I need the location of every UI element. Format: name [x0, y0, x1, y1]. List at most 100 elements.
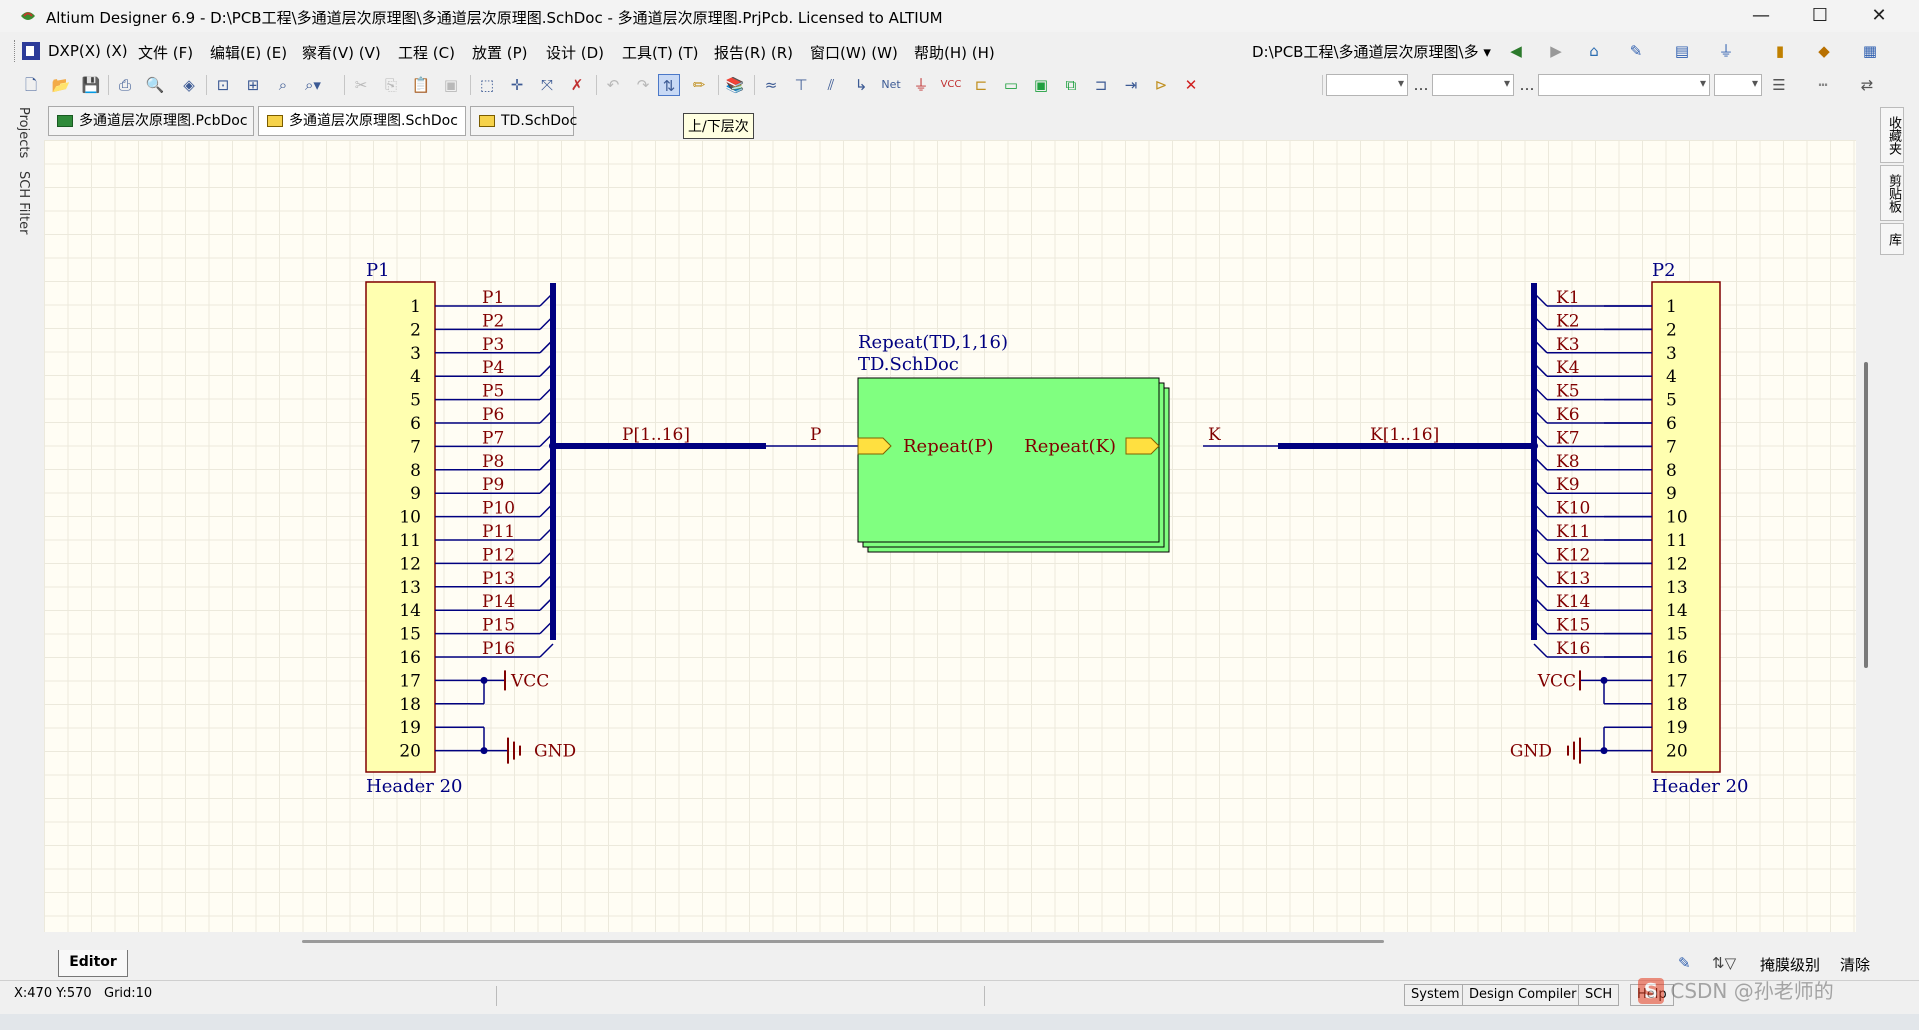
maximize-button[interactable]: ☐ — [1791, 0, 1849, 32]
library-panel-tab[interactable]: 库 — [1880, 223, 1904, 255]
back-icon[interactable]: ◀ — [1506, 42, 1526, 60]
paste-icon[interactable]: 📋 — [410, 74, 432, 96]
menu-edit[interactable]: 编辑(E) (E) — [210, 42, 287, 63]
menu-help[interactable]: 帮助(H) (H) — [914, 42, 995, 63]
place-bus-icon[interactable]: ⊤ — [790, 74, 812, 96]
design-compiler-panel-button[interactable]: Design Compiler — [1462, 984, 1584, 1006]
schematic-drawing[interactable]: P1Header 2012345678910111213141516171819… — [44, 140, 1856, 932]
zoom-selected-icon[interactable]: ⌕ — [272, 74, 294, 96]
document-path-combo[interactable]: D:\PCB工程\多通道层次原理图\多 ▾ — [1252, 41, 1491, 62]
connector-p1[interactable]: P1Header 2012345678910111213141516171819… — [365, 260, 858, 797]
place-vcc-port-icon[interactable]: VCC — [940, 74, 962, 96]
csdn-logo-icon: S — [1638, 978, 1664, 1004]
editor-tab[interactable]: Editor — [58, 950, 128, 977]
close-button[interactable]: ✕ — [1850, 0, 1908, 32]
save-icon[interactable]: 💾 — [80, 74, 102, 96]
clear-button[interactable]: 清除 — [1840, 954, 1870, 975]
system-panel-button[interactable]: System — [1404, 984, 1467, 1006]
print-preview-icon[interactable]: 🔍 — [144, 74, 166, 96]
mask-level-button[interactable]: 掩膜级别 — [1760, 954, 1820, 975]
place-no-erc-icon[interactable]: ✕ — [1180, 74, 1202, 96]
redo-icon[interactable]: ↷ — [632, 74, 654, 96]
forward-icon[interactable]: ▶ — [1546, 42, 1566, 60]
simulation-sources-icon[interactable]: ◆ — [1814, 42, 1834, 60]
watermark-text: CSDN @孙老师的 — [1670, 979, 1834, 1003]
select-area-icon[interactable]: ⬚ — [476, 74, 498, 96]
sch-filter-panel-tab[interactable]: SCH Filter — [16, 171, 31, 234]
place-port-icon[interactable]: ⊳ — [1150, 74, 1172, 96]
zoom-area-icon[interactable]: ⊞ — [242, 74, 264, 96]
print-icon[interactable]: ⎙ — [114, 74, 136, 96]
arrange-icon[interactable]: ⇄ — [1856, 74, 1878, 96]
menu-dxp[interactable]: DXP(X) (X) — [48, 42, 128, 60]
place-net-label-icon[interactable]: Net — [880, 74, 902, 96]
favorites-panel-tab[interactable]: 收藏夹 — [1880, 107, 1904, 163]
copy-icon[interactable]: ⎘ — [380, 74, 402, 96]
deselect-icon[interactable]: ⤧ — [536, 74, 558, 96]
pencil-icon[interactable]: ✎ — [1678, 954, 1691, 972]
menu-design[interactable]: 设计 (D) — [546, 42, 604, 63]
clear-filter-icon[interactable]: ✗ — [566, 74, 588, 96]
cut-icon[interactable]: ✂ — [350, 74, 372, 96]
line-style-icon[interactable]: ┅ — [1812, 74, 1834, 96]
sheet-symbol-td[interactable]: Repeat(TD,1,16)TD.SchDoc Repeat(P) Repeat(… — [857, 332, 1170, 553]
sheet-entry-right-label: Repeat(K) — [1024, 436, 1116, 457]
menu-place[interactable]: 放置 (P) — [472, 42, 528, 63]
line-width-icon[interactable]: ☰ — [1768, 74, 1790, 96]
sch-panel-button[interactable]: SCH — [1578, 984, 1620, 1006]
place-device-sheet-icon[interactable]: ⧉ — [1060, 74, 1082, 96]
zoom-dropdown-icon[interactable]: ⌕▾ — [302, 74, 324, 96]
menu-tools[interactable]: 工具(T) (T) — [622, 42, 699, 63]
place-part-icon[interactable]: ⊏ — [970, 74, 992, 96]
move-icon[interactable]: ✛ — [506, 74, 528, 96]
vertical-scrollbar[interactable] — [1864, 362, 1868, 668]
align-tools-icon[interactable]: ▤ — [1672, 42, 1692, 60]
place-harness-entry-icon[interactable]: ⇥ — [1120, 74, 1142, 96]
menu-view[interactable]: 察看(V) (V) — [302, 42, 381, 63]
place-gnd-port-icon[interactable]: ⏚ — [910, 74, 932, 96]
cross-probe-icon[interactable]: ✏ — [688, 74, 710, 96]
new-document-icon[interactable]: 🗋 — [20, 74, 42, 96]
toolbar-grip[interactable] — [14, 40, 18, 62]
filter-combo-2[interactable] — [1432, 74, 1514, 96]
menu-reports[interactable]: 报告(R) (R) — [714, 42, 793, 63]
grids-icon[interactable]: ▦ — [1860, 42, 1880, 60]
open-document-icon[interactable]: 📂 — [50, 74, 72, 96]
clipboard-panel-tab[interactable]: 剪贴板 — [1880, 165, 1904, 221]
place-harness-connector-icon[interactable]: ⊐ — [1090, 74, 1112, 96]
place-sheet-entry-icon[interactable]: ▣ — [1030, 74, 1052, 96]
menu-file[interactable]: 文件 (F) — [138, 42, 193, 63]
browse-library-icon[interactable]: 📚 — [724, 74, 746, 96]
place-sheet-symbol-icon[interactable]: ▭ — [1000, 74, 1022, 96]
filter-combo-4[interactable] — [1714, 74, 1762, 96]
junction — [1600, 676, 1608, 684]
filter-combo-3[interactable] — [1538, 74, 1710, 96]
tab-schdoc-main[interactable]: 多通道层次原理图.SchDoc — [258, 106, 466, 136]
tab-pcbdoc[interactable]: 多通道层次原理图.PcbDoc — [48, 106, 254, 136]
place-wire-icon[interactable]: ≈ — [760, 74, 782, 96]
undo-icon[interactable]: ↶ — [602, 74, 624, 96]
schematic-canvas[interactable]: P1 Header 20 1 2 3 4 5 6 7 8 9 10 11 12 13 14 15 16 17 18 19… — [44, 140, 1856, 932]
wiring-tools-icon[interactable]: ✎ — [1626, 42, 1646, 60]
minimize-button[interactable]: — — [1732, 0, 1790, 32]
digital-devices-icon[interactable]: ▮ — [1770, 42, 1790, 60]
more-icon[interactable]: … — [1410, 74, 1432, 96]
power-sources-icon[interactable]: ⏚ — [1716, 42, 1736, 60]
tab-td-schdoc[interactable]: TD.SchDoc — [470, 106, 577, 136]
filter-combo-1[interactable] — [1326, 74, 1408, 96]
home-icon[interactable]: ⌂ — [1584, 42, 1604, 60]
horizontal-scrollbar[interactable] — [302, 940, 1384, 943]
more-icon[interactable]: … — [1516, 74, 1538, 96]
filter-icon[interactable]: ⇅▽ — [1712, 954, 1736, 972]
fit-document-icon[interactable]: ⊡ — [212, 74, 234, 96]
rubber-stamp-icon[interactable]: ▣ — [440, 74, 462, 96]
place-signal-harness-icon[interactable]: ↳ — [850, 74, 872, 96]
menu-project[interactable]: 工程 (C) — [398, 42, 455, 63]
connector-p2[interactable]: P2Header 2012345678910111213141516171819… — [1203, 260, 1749, 797]
device-sheet-icon[interactable]: ◈ — [178, 74, 200, 96]
menu-window[interactable]: 窗口(W) (W) — [810, 42, 898, 63]
projects-panel-tab[interactable]: Projects — [16, 107, 31, 158]
up-down-hierarchy-icon[interactable]: ⇅ — [658, 74, 680, 96]
place-bus-entry-icon[interactable]: ⫽ — [820, 74, 842, 96]
left-panel-strip: Projects SCH Filter — [10, 103, 40, 973]
